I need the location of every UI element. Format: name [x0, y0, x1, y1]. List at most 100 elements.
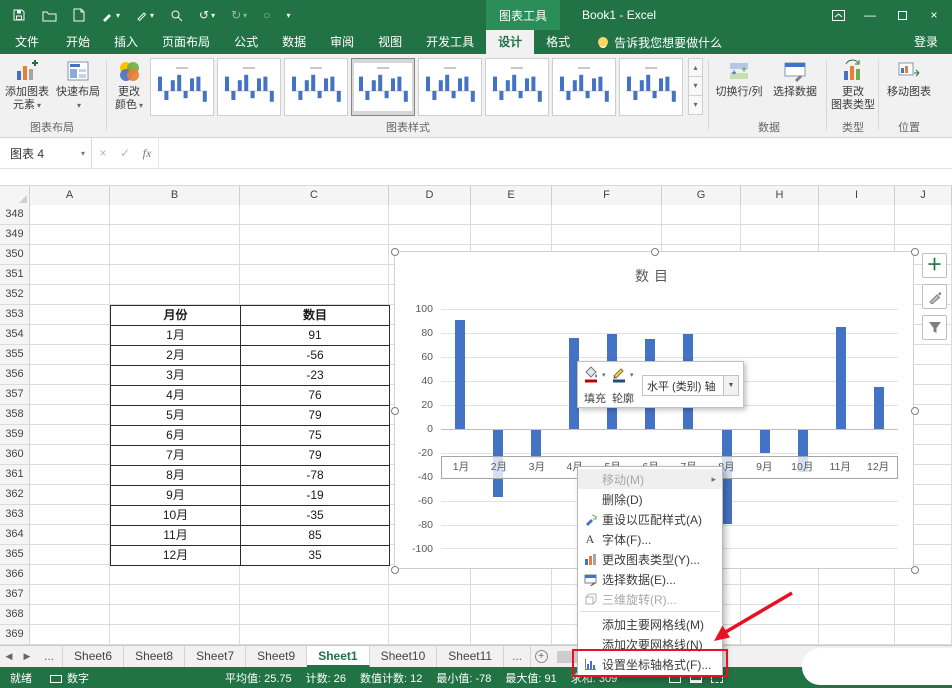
ribbon-tab-developer[interactable]: 开发工具 [414, 30, 486, 54]
selection-handle[interactable] [651, 248, 659, 256]
grid-cell[interactable] [30, 245, 110, 265]
grid-cell[interactable] [30, 605, 110, 625]
status-stat[interactable]: 平均值: 25.75 [225, 670, 292, 686]
x-axis-label[interactable]: 2月 [480, 457, 518, 478]
grid-cell[interactable] [552, 205, 662, 225]
selection-handle[interactable] [391, 248, 399, 256]
chart-bar[interactable] [874, 387, 884, 429]
row-header[interactable]: 363 [0, 505, 30, 525]
pen-button[interactable]: ▾ [136, 9, 154, 21]
grid-cell[interactable] [662, 225, 741, 245]
row-header[interactable]: 366 [0, 565, 30, 585]
grid-cell[interactable] [30, 505, 110, 525]
grid-cell[interactable] [741, 205, 819, 225]
grid-cell[interactable] [30, 205, 110, 225]
grid-cell[interactable] [819, 605, 895, 625]
grid-cell[interactable] [240, 285, 389, 305]
grid-cell[interactable] [895, 605, 952, 625]
grid-cell[interactable] [819, 205, 895, 225]
column-header-A[interactable]: A [30, 186, 110, 206]
ribbon-tab-home[interactable]: 开始 [54, 30, 102, 54]
table-cell[interactable]: 12月 [111, 546, 241, 566]
grid-cell[interactable] [662, 205, 741, 225]
ribbon-display-options-button[interactable] [822, 0, 854, 30]
outline-color-button[interactable]: ▾ [611, 366, 634, 383]
grid-cell[interactable] [471, 605, 552, 625]
row-header[interactable]: 348 [0, 205, 30, 225]
column-header-F[interactable]: F [552, 186, 662, 206]
table-cell[interactable]: 1月 [111, 326, 241, 346]
fill-color-button[interactable]: ▾ [583, 366, 606, 383]
grid-cell[interactable] [110, 625, 240, 645]
table-cell[interactable]: 79 [241, 406, 390, 426]
row-header[interactable]: 352 [0, 285, 30, 305]
grid-cell[interactable] [471, 225, 552, 245]
grid-cell[interactable] [30, 525, 110, 545]
new-sheet-button[interactable]: + [531, 646, 551, 667]
grid-cell[interactable] [30, 485, 110, 505]
tab-file[interactable]: 文件 [0, 30, 54, 54]
grid-cell[interactable] [110, 585, 240, 605]
status-stat[interactable]: 最大值: 91 [505, 670, 556, 686]
table-cell[interactable]: 5月 [111, 406, 241, 426]
chart-element-selector[interactable]: 水平 (类别) 轴 ▼ [642, 375, 739, 396]
selection-handle[interactable] [391, 407, 399, 415]
menu-item-reset-to-match-style[interactable]: 重设以匹配样式(A) [578, 509, 722, 529]
table-cell[interactable]: 79 [241, 446, 390, 466]
grid-cell[interactable] [819, 225, 895, 245]
table-cell[interactable]: 76 [241, 386, 390, 406]
undo-button[interactable]: ↺▾ [199, 8, 215, 22]
column-header-B[interactable]: B [110, 186, 240, 206]
chart-style-thumbnail[interactable] [552, 58, 616, 116]
grid-cell[interactable] [110, 285, 240, 305]
grid-cell[interactable] [30, 385, 110, 405]
tell-me-box[interactable]: 告诉我您想要做什么 [598, 30, 722, 54]
grid-cell[interactable] [240, 225, 389, 245]
row-header[interactable]: 350 [0, 245, 30, 265]
chart-bar[interactable] [531, 430, 541, 458]
gallery-down-icon[interactable]: ▾ [688, 77, 703, 96]
grid-cell[interactable] [30, 365, 110, 385]
table-cell[interactable]: 3月 [111, 366, 241, 386]
maximize-button[interactable] [886, 0, 918, 30]
chart-elements-button[interactable]: ＋ [922, 253, 947, 278]
grid-cell[interactable] [819, 585, 895, 605]
row-header[interactable]: 364 [0, 525, 30, 545]
ink-button[interactable]: ▾ [101, 9, 120, 22]
table-cell[interactable]: 4月 [111, 386, 241, 406]
row-header[interactable]: 353 [0, 305, 30, 325]
table-cell[interactable]: -78 [241, 466, 390, 486]
ribbon-tab-design[interactable]: 设计 [486, 30, 534, 54]
grid-cell[interactable] [389, 605, 471, 625]
grid-cell[interactable] [389, 205, 471, 225]
sheet-tab-sheet11[interactable]: Sheet11 [437, 646, 504, 667]
row-header[interactable]: 354 [0, 325, 30, 345]
grid-cell[interactable] [240, 265, 389, 285]
grid-cell[interactable] [30, 565, 110, 585]
table-cell[interactable]: -23 [241, 366, 390, 386]
grid-cell[interactable] [110, 205, 240, 225]
table-cell[interactable]: 75 [241, 426, 390, 446]
menu-item-font[interactable]: A字体(F)... [578, 529, 722, 549]
chart-style-thumbnail[interactable] [485, 58, 549, 116]
move-chart-button[interactable]: 移动图表 [882, 57, 936, 99]
row-header[interactable]: 361 [0, 465, 30, 485]
grid-cell[interactable] [552, 225, 662, 245]
table-cell[interactable]: 7月 [111, 446, 241, 466]
column-header-C[interactable]: C [240, 186, 389, 206]
x-axis-label[interactable]: 12月 [859, 457, 897, 478]
grid-cell[interactable] [30, 545, 110, 565]
grid-cell[interactable] [30, 305, 110, 325]
grid-cell[interactable] [30, 225, 110, 245]
row-header[interactable]: 355 [0, 345, 30, 365]
table-cell[interactable]: 85 [241, 526, 390, 546]
grid-cell[interactable] [471, 585, 552, 605]
redo-button[interactable]: ↻▾ [231, 8, 247, 22]
status-stat[interactable]: 最小值: -78 [436, 670, 491, 686]
grid-cell[interactable] [30, 325, 110, 345]
sheet-tab-sheet10[interactable]: Sheet10 [370, 646, 438, 667]
grid-cell[interactable] [471, 625, 552, 645]
status-stat[interactable]: 数值计数: 12 [360, 670, 422, 686]
sign-in-button[interactable]: 登录 [900, 30, 952, 54]
name-box[interactable]: 图表 4 ▾ [0, 138, 92, 169]
